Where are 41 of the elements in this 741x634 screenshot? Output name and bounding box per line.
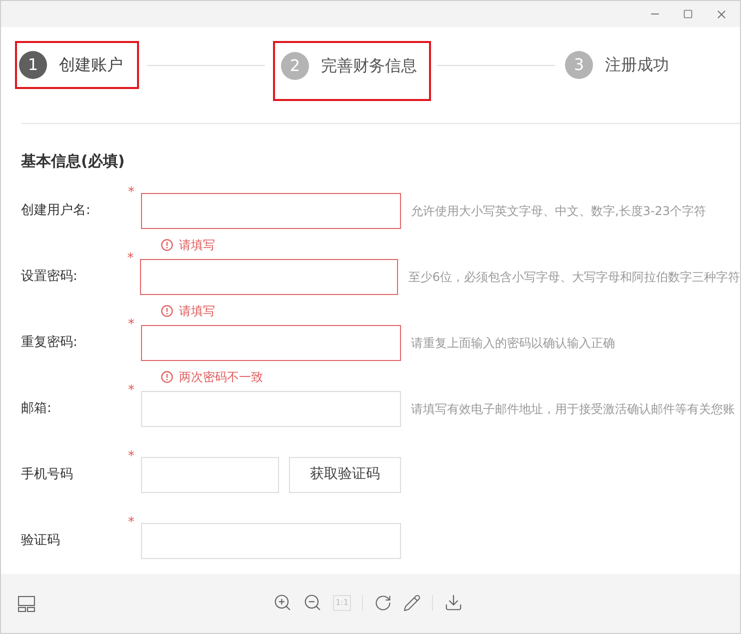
error-icon <box>161 370 173 382</box>
step-label: 创建账户 <box>59 54 123 76</box>
input-field[interactable] <box>141 324 401 360</box>
input-field[interactable] <box>141 192 401 228</box>
field-label: 设置密码: <box>21 268 78 286</box>
required-asterisk: * <box>128 448 136 466</box>
layout-icon[interactable] <box>18 596 35 612</box>
input-field[interactable] <box>140 258 398 294</box>
field-label: 邮箱: <box>21 400 52 418</box>
section-title: 基本信息(必填) <box>21 151 126 172</box>
field-hint: 允许使用大小写英文字母、中文、数字,长度3-23个字符 <box>411 202 706 220</box>
pencil-icon[interactable] <box>403 594 421 612</box>
step-number: 2 <box>281 52 309 80</box>
download-icon[interactable] <box>444 593 463 612</box>
error-icon <box>161 238 173 250</box>
required-asterisk: * <box>128 316 136 334</box>
step-number: 1 <box>19 51 47 79</box>
field-label: 重复密码: <box>21 334 78 352</box>
field-label: 手机号码 <box>21 466 74 484</box>
field-hint: 至少6位，必须包含小写字母、大写字母和阿拉伯数字三种字符 <box>408 268 740 286</box>
field-label: 验证码 <box>21 532 61 550</box>
error-message: 请填写 <box>179 236 215 254</box>
step-label: 完善财务信息 <box>321 55 417 77</box>
required-asterisk: * <box>128 382 136 400</box>
error-message: 请填写 <box>179 302 215 320</box>
field-hint: 请填写有效电子邮件地址，用于接受激活确认邮件等有关您账 <box>411 400 735 418</box>
close-icon[interactable] <box>715 8 728 20</box>
maximize-icon[interactable] <box>683 9 693 19</box>
required-asterisk: * <box>127 250 135 268</box>
required-asterisk: * <box>128 184 136 202</box>
get-code-button[interactable]: 获取验证码 <box>289 456 401 492</box>
error-message: 两次密码不一致 <box>179 368 263 386</box>
zoom-out-icon[interactable] <box>303 593 322 612</box>
step-number: 3 <box>565 51 593 79</box>
field-hint: 请重复上面输入的密码以确认输入正确 <box>411 334 615 352</box>
rotate-icon[interactable] <box>374 594 392 612</box>
field-label: 创建用户名: <box>21 202 92 220</box>
required-asterisk: * <box>128 514 136 532</box>
error-icon <box>161 304 173 316</box>
step-label: 注册成功 <box>605 54 669 76</box>
zoom-in-icon[interactable] <box>273 593 292 612</box>
